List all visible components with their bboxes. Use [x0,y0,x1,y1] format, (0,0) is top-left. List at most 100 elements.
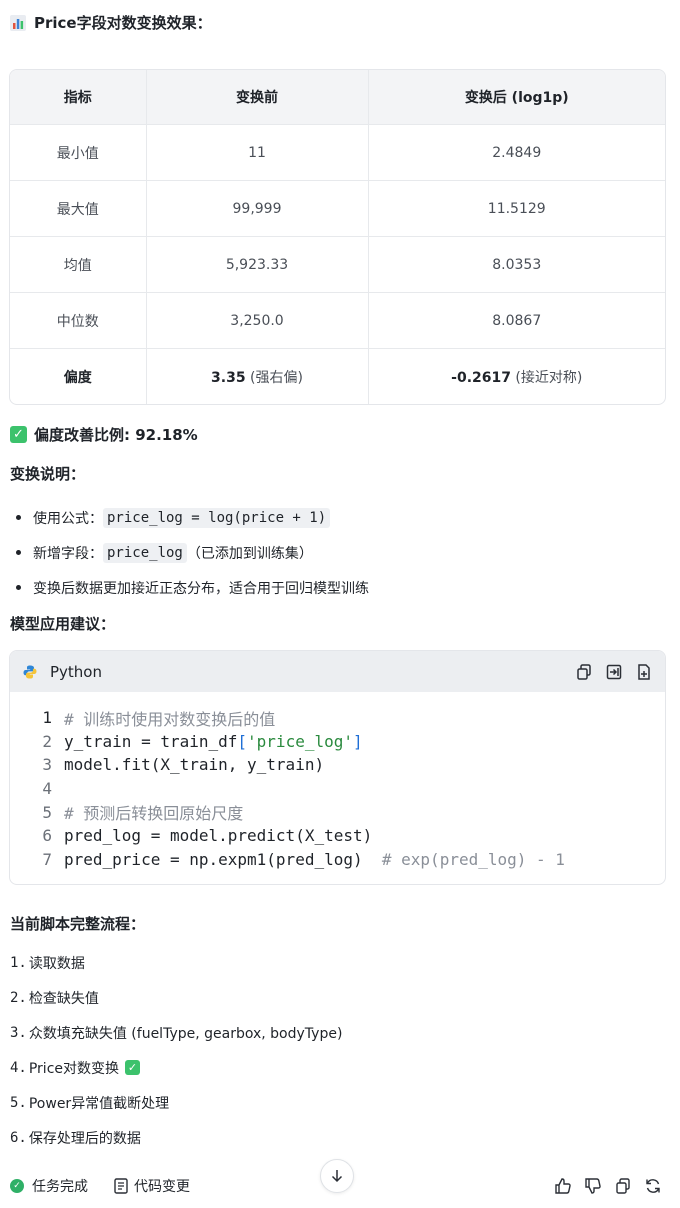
code-line: 7 pred_price = np.expm1(pred_log) # exp(p… [10,848,665,872]
list-item: 4. Price对数变换 ✓ [10,1050,342,1085]
column-header-before: 变换前 [146,70,369,125]
code-line: 6 pred_log = model.predict(X_test) [10,824,665,848]
before-cell: 99,999 [146,180,369,237]
step-text: 保存处理后的数据 [28,1130,141,1147]
model-title: 模型应用建议： [10,615,116,633]
improvement-line: ✓ 偏度改善比例: 92.18% [10,424,198,445]
after-cell: 2.4849 [368,124,665,181]
new-file-icon[interactable] [635,663,653,681]
footer-bar: ✓ 任务完成 代码变更 [10,1176,190,1196]
code-text: # 预测后转换回原始尺度 [64,804,244,824]
table-row: 均值 5,923.33 8.0353 [10,236,665,293]
copy-icon[interactable] [575,663,593,681]
step-text: 检查缺失值 [28,990,99,1007]
line-number: 6 [42,826,52,846]
list-item: 5. Power异常值截断处理 [10,1085,342,1120]
step-text: 众数填充缺失值 (fuelType, gearbox, bodyType) [28,1025,343,1042]
step-number: 4. [10,1059,27,1076]
transform-table: 指标 变换前 变换后 (log1p) 最小值 11 2.4849 最大值 99,… [9,69,666,405]
flow-title: 当前脚本完整流程： [10,915,146,933]
bar-chart-icon [10,14,26,31]
explain-label: 新增字段： [33,545,103,562]
code-language: Python [50,662,102,681]
code-line: 3 model.fit(X_train, y_train) [10,753,665,777]
improvement-text: 偏度改善比例: 92.18% [34,426,198,444]
code-line: 2 y_train = train_df['price_log'] [10,730,665,754]
step-number: 1. [10,954,27,971]
line-number: 2 [42,731,52,751]
thumbs-down-icon[interactable] [584,1177,602,1195]
insert-icon[interactable] [605,663,623,681]
line-number: 4 [42,779,52,799]
after-cell: 8.0353 [368,236,665,293]
before-cell: 3.35 (强右偏) [146,348,369,404]
code-text: pred_log = model.predict(X_test) [64,826,373,846]
bullet-dot [16,515,21,520]
code-text: model.fit(X_train, y_train) [64,755,325,775]
skew-after-note: (接近对称) [510,369,583,386]
line-number: 7 [42,849,52,869]
check-circle-icon: ✓ [10,1179,24,1193]
list-item: 变换后数据更加接近正态分布，适合用于回归模型训练 [10,570,369,605]
list-item: 使用公式： price_log = log(price + 1) [10,500,369,535]
after-cell: 8.0867 [368,292,665,349]
code-line: 1 # 训练时使用对数变换后的值 [10,706,665,730]
explain-label: 使用公式： [33,510,103,527]
before-cell: 3,250.0 [146,292,369,349]
explain-suffix: （已添加到训练集） [186,545,313,562]
table-row: 最大值 99,999 11.5129 [10,180,665,237]
step-number: 2. [10,989,27,1006]
message-actions [554,1177,662,1195]
thumbs-up-icon[interactable] [554,1177,572,1195]
after-cell: -0.2617 (接近对称) [368,349,665,405]
step-text: Power异常值截断处理 [28,1095,170,1112]
python-icon [23,665,37,678]
code-text: # 训练时使用对数变换后的值 [64,709,276,729]
inline-code: price_log = log(price + 1) [103,507,331,528]
code-changes-icon [114,1178,128,1194]
explain-title: 变换说明： [10,465,86,483]
list-item: 2. 检查缺失值 [10,980,342,1015]
check-mark-icon: ✓ [125,1060,141,1075]
table-row: 中位数 3,250.0 8.0867 [10,292,665,349]
code-text: pred_price = np.expm1(pred_log) # exp(pr… [64,849,565,869]
code-block-header: Python [10,651,665,692]
step-text: 读取数据 [28,955,85,972]
line-number: 5 [42,802,52,822]
table-row-skew: 偏度 3.35 (强右偏) -0.2617 (接近对称) [10,348,665,405]
metric-cell: 最小值 [10,124,147,181]
metric-cell: 中位数 [10,292,147,349]
copy-icon[interactable] [614,1177,632,1195]
before-cell: 11 [146,124,369,181]
list-item: 新增字段： price_log （已添加到训练集） [10,535,369,570]
code-changes-button[interactable]: 代码变更 [134,1176,190,1196]
bullet-dot [16,550,21,555]
column-header-after: 变换后 (log1p) [368,70,665,125]
section-title-price-transform: Price字段对数变换效果： [10,12,212,33]
line-number: 1 [42,708,52,728]
flow-list: 1. 读取数据 2. 检查缺失值 3. 众数填充缺失值 (fuelType, gear… [10,945,342,1155]
step-number: 6. [10,1129,27,1146]
table-header-row: 指标 变换前 变换后 (log1p) [10,70,665,125]
section-title-text: Price字段对数变换效果： [34,14,212,32]
regenerate-icon[interactable] [644,1177,662,1195]
list-item: 1. 读取数据 [10,945,342,980]
explain-label: 变换后数据更加接近正态分布，适合用于回归模型训练 [33,580,369,597]
step-text: Price对数变换 [28,1060,120,1077]
skew-before-value: 3.35 [211,369,246,386]
before-cell: 5,923.33 [146,236,369,293]
scroll-down-button[interactable] [320,1159,354,1193]
code-content: 1 # 训练时使用对数变换后的值 2 y_train = train_df['pri… [10,692,665,871]
metric-cell: 偏度 [10,348,147,404]
table-row: 最小值 11 2.4849 [10,124,665,181]
task-done-label[interactable]: 任务完成 [32,1176,88,1196]
code-line: 5 # 预测后转换回原始尺度 [10,800,665,824]
check-mark-icon: ✓ [10,426,27,443]
skew-after-value: -0.2617 [451,369,511,386]
metric-cell: 均值 [10,236,147,293]
after-cell: 11.5129 [368,180,665,237]
bullet-dot [16,585,21,590]
list-item: 6. 保存处理后的数据 [10,1120,342,1155]
code-tools [575,663,653,681]
column-header-metric: 指标 [10,70,147,125]
